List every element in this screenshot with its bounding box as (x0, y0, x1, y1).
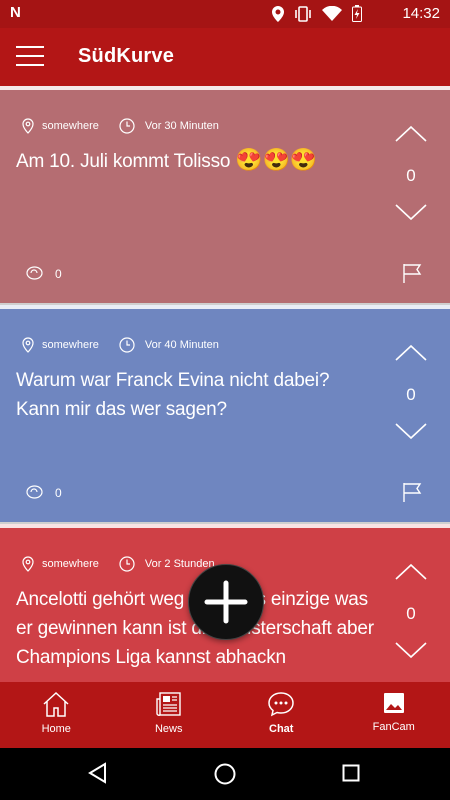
post-time: Vor 30 Minuten (144, 120, 219, 132)
report-flag-icon[interactable] (402, 482, 424, 502)
app-title: SüdKurve (78, 45, 175, 67)
comment-count: 0 (55, 266, 62, 281)
comments-button[interactable]: 0 (26, 485, 62, 500)
nav-home-label: Home (41, 723, 71, 735)
upvote-chevron-icon[interactable] (394, 562, 428, 582)
upvote-chevron-icon[interactable] (394, 343, 428, 363)
post-meta: somewhere Vor 30 Minuten (22, 118, 219, 134)
clock-icon (119, 337, 135, 353)
nav-home[interactable]: Home (0, 682, 113, 748)
post-card[interactable]: somewhere Vor 40 Minuten Warum war Franc… (0, 305, 450, 522)
recents-square-icon[interactable] (342, 764, 360, 782)
post-location: somewhere (42, 120, 99, 132)
hamburger-menu-icon[interactable] (16, 46, 44, 68)
post-location: somewhere (42, 339, 99, 351)
battery-charging-icon (352, 5, 362, 22)
emoji-heart-eyes-icon: 😍😍😍 (235, 147, 317, 172)
report-flag-icon[interactable] (402, 263, 424, 283)
vote-count: 0 (406, 604, 416, 623)
downvote-chevron-icon[interactable] (394, 640, 428, 660)
nav-chat-label: Chat (269, 723, 294, 735)
bottom-navigation: Home News Chat FanCam (0, 682, 450, 748)
vote-count: 0 (406, 166, 416, 185)
comment-bubble-icon (26, 485, 43, 499)
image-icon (383, 693, 404, 713)
location-icon (272, 5, 284, 22)
vote-control: 0 (394, 343, 428, 441)
nav-chat[interactable]: Chat (225, 682, 338, 748)
notification-n-icon: N (10, 4, 21, 21)
plus-icon (204, 580, 248, 624)
chat-bubble-icon (268, 692, 295, 717)
post-meta: somewhere Vor 40 Minuten (22, 337, 219, 353)
nav-news[interactable]: News (113, 682, 226, 748)
post-text: Am 10. Juli kommt Tolisso 😍😍😍 (16, 147, 317, 173)
vote-control: 0 (394, 562, 428, 660)
home-circle-icon[interactable] (213, 762, 237, 786)
app-bar: SüdKurve (0, 28, 450, 86)
nav-fancam-label: FanCam (372, 721, 415, 733)
nav-fancam[interactable]: FanCam (338, 682, 450, 748)
downvote-chevron-icon[interactable] (394, 202, 428, 222)
upvote-chevron-icon[interactable] (394, 124, 428, 144)
comment-count: 0 (55, 485, 62, 500)
clock-icon (119, 556, 135, 572)
post-card[interactable]: somewhere Vor 30 Minuten Am 10. Juli kom… (0, 86, 450, 303)
clock: 14:32 (402, 5, 440, 22)
wifi-icon (322, 5, 342, 21)
post-time: Vor 40 Minuten (144, 339, 219, 351)
downvote-chevron-icon[interactable] (394, 421, 428, 441)
system-navigation-bar (0, 748, 450, 800)
clock-icon (119, 118, 135, 134)
post-location: somewhere (42, 558, 99, 570)
comment-bubble-icon (26, 266, 43, 280)
location-pin-icon (22, 118, 34, 134)
location-pin-icon (22, 337, 34, 353)
comments-button[interactable]: 0 (26, 266, 62, 281)
new-post-button[interactable] (188, 564, 264, 640)
status-bar: N 14:32 (0, 0, 450, 28)
location-pin-icon (22, 556, 34, 572)
post-time: Vor 2 Stunden (144, 558, 215, 570)
newspaper-icon (156, 692, 181, 716)
vote-count: 0 (406, 385, 416, 404)
vote-control: 0 (394, 124, 428, 222)
back-icon[interactable] (88, 762, 108, 784)
post-text: Warum war Franck Evina nicht dabei? Kann… (16, 370, 330, 420)
vibrate-icon (295, 5, 311, 22)
home-icon (43, 691, 69, 717)
post-meta: somewhere Vor 2 Stunden (22, 556, 215, 572)
nav-news-label: News (154, 723, 183, 735)
